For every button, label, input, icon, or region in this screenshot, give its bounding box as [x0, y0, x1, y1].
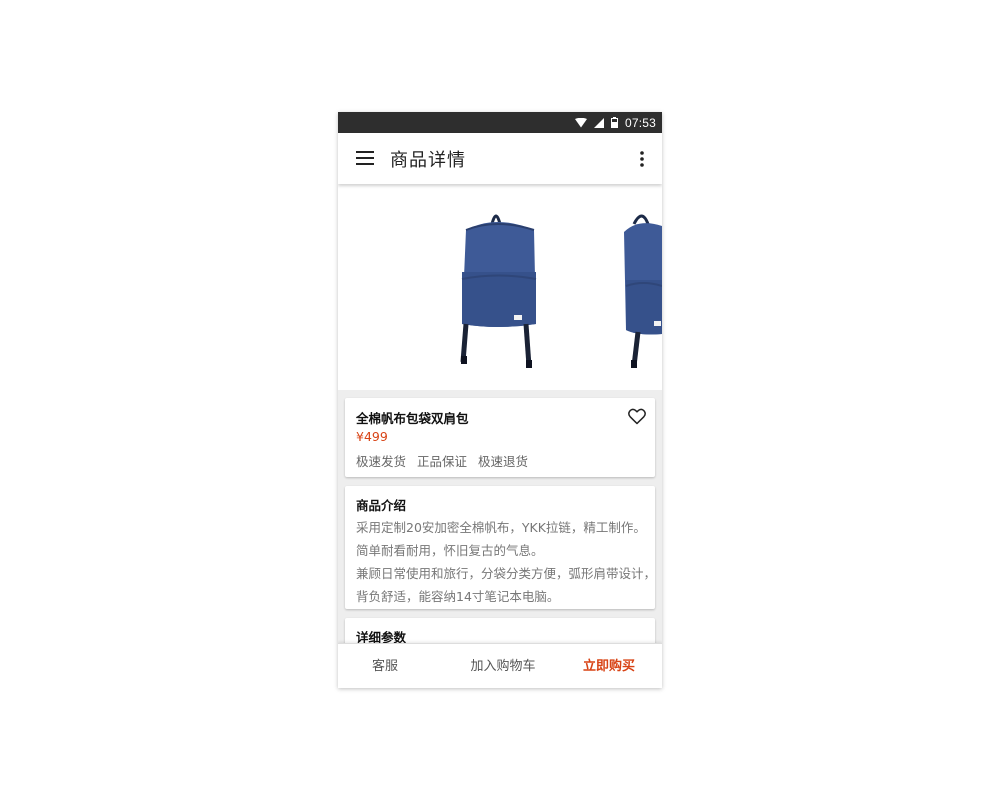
product-image-carousel[interactable] [338, 184, 662, 390]
product-intro-card: 商品介绍 采用定制20安加密全棉帆布，YKK拉链，精工制作。 简单耐看耐用，怀旧… [345, 486, 657, 609]
backpack-photo-next [624, 214, 662, 368]
intro-line: 简单耐看耐用，怀旧复古的气息。 [356, 543, 544, 558]
service-tag: 正品保证 [417, 454, 468, 469]
status-bar: 07:53 [338, 112, 662, 133]
intro-line: 背负舒适，能容纳14寸笔记本电脑。 [356, 589, 560, 604]
customer-service-button[interactable]: 客服 [338, 644, 432, 688]
intro-text: 采用定制20安加密全棉帆布，YKK拉链，精工制作。 简单耐看耐用，怀旧复古的气息… [356, 516, 657, 608]
service-tag: 极速退货 [478, 454, 529, 469]
buy-now-button[interactable]: 立即购买 [562, 644, 656, 688]
phone-screen: 07:53 商品详情 全棉帆布包袋双肩包 ¥499 极速发货 正品保证 极速退货… [338, 112, 662, 688]
wifi-icon [574, 117, 587, 127]
status-icons: 07:53 [574, 112, 656, 133]
heart-outline-icon[interactable] [628, 408, 646, 425]
backpack-photo-main [460, 214, 537, 368]
app-bar: 商品详情 [338, 133, 662, 184]
hamburger-menu-icon[interactable] [356, 151, 374, 165]
product-info-card: 全棉帆布包袋双肩包 ¥499 极速发货 正品保证 极速退货 [345, 398, 655, 477]
backpack-image [460, 214, 662, 368]
vertical-more-icon[interactable] [636, 150, 648, 168]
battery-icon [610, 117, 618, 128]
product-price: ¥499 [356, 429, 388, 444]
status-time: 07:53 [624, 115, 656, 130]
cellular-signal-icon [593, 117, 604, 128]
intro-title: 商品介绍 [356, 498, 407, 513]
intro-line: 兼顾日常使用和旅行，分袋分类方便，弧形肩带设计， [356, 566, 657, 581]
intro-line: 采用定制20安加密全棉帆布，YKK拉链，精工制作。 [356, 520, 646, 535]
service-tags: 极速发货 正品保证 极速退货 [356, 451, 528, 470]
service-tag: 极速发货 [356, 454, 407, 469]
product-name: 全棉帆布包袋双肩包 [356, 411, 469, 426]
bottom-action-bar: 客服 加入购物车 立即购买 [338, 643, 662, 688]
page-title: 商品详情 [390, 150, 466, 171]
add-to-cart-button[interactable]: 加入购物车 [432, 644, 574, 688]
